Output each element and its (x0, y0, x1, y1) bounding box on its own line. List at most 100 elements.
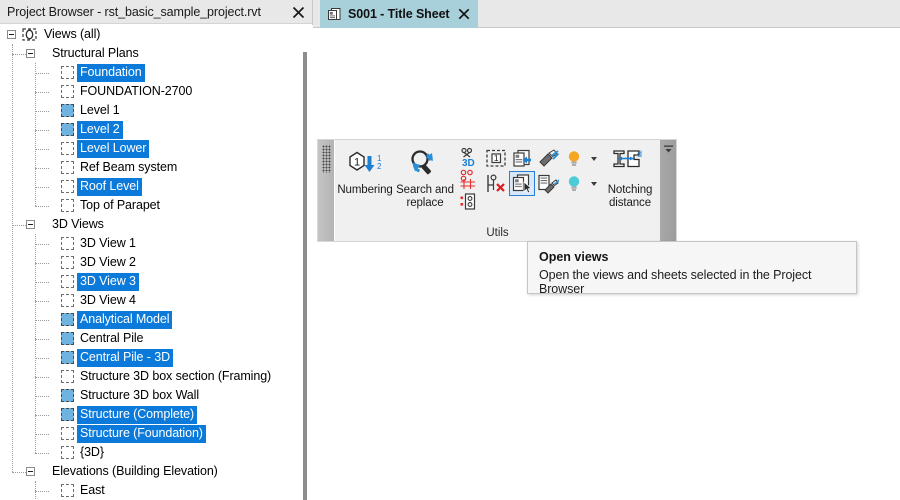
tree-item[interactable]: Structure (Complete) (0, 405, 198, 424)
svg-text:3D: 3D (462, 158, 475, 168)
small-column-1: 3D (457, 146, 483, 212)
tab-s001-title-sheet[interactable]: S001 - Title Sheet (320, 0, 479, 28)
close-icon[interactable] (457, 8, 470, 21)
project-browser-tree-scroll[interactable]: Views (all) Structural Plans Foundation FOU… (0, 25, 313, 500)
svg-text:1: 1 (354, 157, 360, 169)
lightbulb-orange-dropdown[interactable] (587, 146, 600, 171)
tree-group-1[interactable]: 3D Views (0, 215, 107, 234)
project-browser-tree: Views (all) Structural Plans Foundation FOU… (0, 25, 313, 500)
tree-item-label: Central Pile (80, 330, 144, 345)
tree-item-label: Level Lower (77, 139, 150, 158)
tooltip-title: Open views (539, 250, 609, 264)
tree-item[interactable]: 3D View 4 (0, 291, 139, 310)
svg-text:2: 2 (377, 162, 382, 171)
tree-group-label: 3D Views (52, 216, 104, 231)
tree-item-label: FOUNDATION-2700 (80, 83, 193, 98)
tree-item[interactable]: Central Pile (0, 329, 146, 348)
tree-item[interactable]: 3D View 2 (0, 253, 139, 272)
tree-item[interactable]: Roof Level (0, 177, 142, 196)
tree-group-label: Elevations (Building Elevation) (52, 463, 218, 478)
tree-item-label: Structure (Foundation) (77, 424, 206, 443)
tree-group-2[interactable]: Elevations (Building Elevation) (0, 462, 221, 481)
notching-distance-button[interactable]: d Notching distance (600, 143, 660, 210)
tree-item[interactable]: Top of Parapet (0, 196, 163, 215)
lightbulb-cyan-dropdown[interactable] (587, 171, 600, 196)
vertical-scrollbar[interactable] (303, 52, 307, 500)
tooltip: Open views Open the views and sheets sel… (527, 241, 857, 296)
tree-item[interactable]: FOUNDATION-2700 (0, 82, 195, 101)
expander-collapse-icon[interactable] (26, 220, 35, 229)
tree-node-views-all[interactable]: Views (all) (0, 25, 103, 44)
svg-text:1: 1 (494, 153, 499, 163)
view-3d-icon (61, 408, 74, 421)
expander-collapse-icon[interactable] (7, 30, 16, 39)
tree-item-label: East (80, 482, 105, 497)
lightbulb-cyan-icon[interactable] (561, 171, 587, 196)
tree-item-label: Roof Level (77, 177, 142, 196)
two-dots-icon[interactable] (457, 190, 483, 212)
view-3d-icon (61, 389, 74, 402)
search-and-replace-button-label: Search and replace (396, 184, 454, 209)
small-button-grid: 3D 1 (455, 143, 600, 212)
tree-group-0[interactable]: Structural Plans (0, 44, 142, 63)
cut-3d-icon[interactable]: 3D (457, 146, 483, 168)
ribbon-panel-title: Utils (486, 227, 509, 239)
lightbulb-orange-icon[interactable] (561, 146, 587, 171)
tree-item[interactable]: Analytical Model (0, 310, 173, 329)
tree-item[interactable]: Level 2 (0, 120, 123, 139)
chevron-down-icon (590, 156, 597, 161)
copy-grid-icon[interactable] (457, 168, 483, 190)
numbering-button[interactable]: 1 1 2 Numbering (335, 143, 395, 197)
tree-item-label: 3D View 4 (80, 292, 136, 307)
view-3d-icon (61, 294, 74, 307)
tree-group-label: Structural Plans (52, 45, 139, 60)
tree-item-label: Ref Beam system (80, 159, 178, 174)
tree-item-label: Top of Parapet (80, 197, 160, 212)
view-3d-icon (61, 332, 74, 345)
svg-text:d: d (637, 149, 642, 159)
tree-item[interactable]: Structure 3D box section (Framing) (0, 367, 274, 386)
views-all-icon (22, 28, 37, 41)
close-icon[interactable] (288, 2, 308, 22)
tree-item[interactable]: Structure 3D box Wall (0, 386, 202, 405)
search-replace-icon (406, 147, 444, 181)
paint-brush-icon[interactable] (535, 146, 561, 171)
tree-item[interactable]: Level Lower (0, 139, 150, 158)
tree-item[interactable]: {3D} (0, 443, 107, 462)
sheet-canvas[interactable]: 1 1 2 Numbering Search and replace 3D 1 … (313, 28, 900, 500)
application-window: Project Browser - rst_basic_sample_proje… (0, 0, 900, 500)
tree-item[interactable]: Level 1 (0, 101, 123, 120)
view-plan-icon (61, 199, 74, 212)
expander-collapse-icon[interactable] (26, 49, 35, 58)
sheet-icon (327, 7, 342, 22)
delete-marker-icon[interactable] (483, 171, 509, 196)
search-and-replace-button[interactable]: Search and replace (395, 143, 455, 210)
tree-item-label: Analytical Model (77, 310, 173, 329)
view-3d-icon (61, 351, 74, 364)
tree-item-label: 3D View 3 (77, 272, 139, 291)
notching-distance-button-label: Notching distance (607, 184, 653, 209)
expander-collapse-icon[interactable] (26, 467, 35, 476)
tree-item[interactable]: 3D View 1 (0, 234, 139, 253)
open-views-icon[interactable] (509, 146, 535, 171)
tree-item-label: Structure 3D box section (Framing) (80, 368, 272, 383)
panel-collapse-icon[interactable] (660, 140, 676, 241)
tree-item[interactable]: Central Pile - 3D (0, 348, 173, 367)
tree-item[interactable]: Foundation (0, 63, 145, 82)
tree-item[interactable]: East (0, 481, 108, 500)
project-browser-titlebar: Project Browser - rst_basic_sample_proje… (0, 0, 312, 24)
numbering-icon: 1 1 2 (344, 147, 386, 181)
numbering-button-label: Numbering (337, 184, 393, 196)
paint-brush-list-icon[interactable] (535, 171, 561, 196)
panel-drag-handle[interactable] (318, 140, 334, 241)
tree-item[interactable]: 3D View 3 (0, 272, 139, 291)
view-3d-icon (61, 446, 74, 459)
select-numbered-icon[interactable]: 1 (483, 146, 509, 171)
tree-item[interactable]: Ref Beam system (0, 158, 180, 177)
view-3d-icon (61, 275, 74, 288)
grip-dots-icon (321, 145, 331, 173)
tree-item-label: Foundation (77, 63, 145, 82)
tree-item[interactable]: Structure (Foundation) (0, 424, 206, 443)
small-column-2: 1 (483, 146, 509, 196)
open-views-cursor-icon[interactable] (509, 171, 535, 196)
